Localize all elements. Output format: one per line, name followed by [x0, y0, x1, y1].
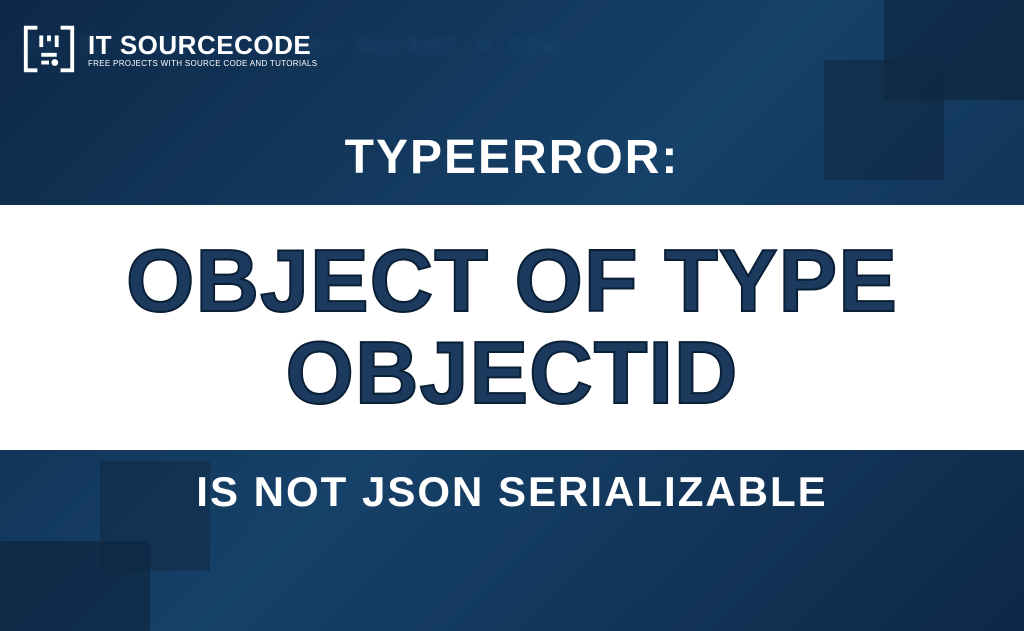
logo-title: IT SOURCECODE [88, 30, 317, 61]
main-content: TYPEERROR: OBJECT OF TYPE OBJECTID IS NO… [0, 130, 1024, 516]
logo-subtitle: FREE PROJECTS WITH SOURCE CODE AND TUTOR… [88, 59, 317, 68]
logo-text: IT SOURCECODE FREE PROJECTS WITH SOURCE … [88, 30, 317, 68]
error-main-text: OBJECT OF TYPE OBJECTID [20, 235, 1004, 420]
error-detail-text: IS NOT JSON SERIALIZABLE [196, 468, 827, 516]
logo-icon [20, 20, 78, 78]
error-type-label: TYPEERROR: [345, 130, 680, 185]
white-banner: OBJECT OF TYPE OBJECTID [0, 205, 1024, 450]
logo: IT SOURCECODE FREE PROJECTS WITH SOURCE … [20, 20, 317, 78]
